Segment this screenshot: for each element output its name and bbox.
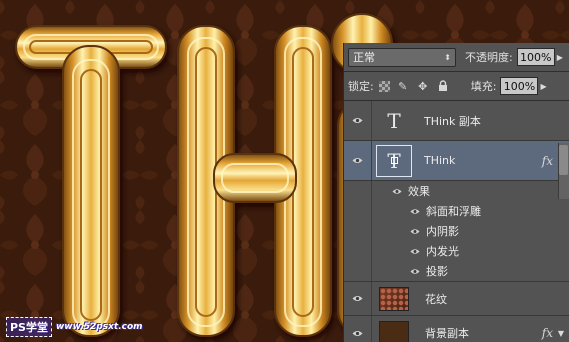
layer-name: 花纹 <box>425 292 447 306</box>
effects-spacer <box>344 201 372 221</box>
layer-pattern[interactable]: 花纹 <box>344 282 569 316</box>
opacity-chevron-icon[interactable]: ▶ <box>557 53 563 62</box>
lock-label: 锁定: <box>348 80 374 93</box>
fx-icon[interactable]: fx <box>542 154 553 168</box>
layer-name: THink <box>424 154 456 167</box>
effect-item[interactable]: 内发光 <box>344 241 569 261</box>
effects-group: 效果 斜面和浮雕 内阴影 内发光 投影 <box>344 181 569 282</box>
opacity-input[interactable]: 100% <box>516 48 555 66</box>
eye-icon[interactable] <box>410 268 420 275</box>
eye-icon <box>352 296 363 301</box>
chevron-updown-icon: ⬍ <box>444 52 451 62</box>
visibility-toggle[interactable] <box>344 316 372 342</box>
text-layer-thumbnail: T <box>376 144 412 177</box>
effects-spacer <box>344 261 372 281</box>
eye-icon <box>352 158 363 163</box>
text-layer-thumbnail: T <box>387 108 401 133</box>
effects-spacer <box>344 181 372 201</box>
fx-icon[interactable]: fx <box>542 326 553 340</box>
effects-spacer <box>344 241 372 261</box>
eye-icon <box>352 330 363 336</box>
fill-layer-thumbnail <box>379 321 409 342</box>
eye-icon[interactable] <box>410 228 420 235</box>
lock-fill-row: 锁定: ✎ ✥ 填充: 100% ▶ <box>344 72 569 101</box>
visibility-toggle[interactable] <box>344 101 372 140</box>
watermark: PS学堂 www.52psxt.com <box>6 317 143 337</box>
effect-item[interactable]: 投影 <box>344 261 569 281</box>
effect-label: 投影 <box>426 265 448 278</box>
eye-icon[interactable] <box>410 208 420 215</box>
layer-think-copy[interactable]: T THink 副本 <box>344 101 569 141</box>
effect-item[interactable]: 内阴影 <box>344 221 569 241</box>
effect-label: 内阴影 <box>426 225 459 238</box>
fill-input[interactable]: 100% <box>500 77 539 95</box>
layers-panel: 正常 ⬍ 不透明度: 100% ▶ 锁定: ✎ ✥ 填充: 100% ▶ T T… <box>343 43 569 342</box>
eye-icon[interactable] <box>410 248 420 255</box>
lock-paint-icon[interactable]: ✎ <box>396 79 410 93</box>
effect-label: 斜面和浮雕 <box>426 205 481 218</box>
watermark-logo: PS学堂 <box>6 317 52 337</box>
fill-chevron-icon[interactable]: ▶ <box>540 82 546 91</box>
watermark-url: www.52psxt.com <box>55 322 143 332</box>
layer-name: 背景副本 <box>425 327 469 340</box>
effect-item[interactable]: 斜面和浮雕 <box>344 201 569 221</box>
visibility-toggle[interactable] <box>344 141 372 180</box>
effect-label: 内发光 <box>426 245 459 258</box>
pattern-layer-thumbnail <box>379 286 409 311</box>
lock-all-icon[interactable] <box>436 79 450 93</box>
effects-spacer <box>344 221 372 241</box>
blend-opacity-row: 正常 ⬍ 不透明度: 100% ▶ <box>344 43 569 72</box>
opacity-label: 不透明度: <box>465 51 513 64</box>
lock-transparent-icon[interactable] <box>378 80 390 92</box>
effects-label: 效果 <box>408 185 430 198</box>
scrollbar-thumb[interactable] <box>559 145 568 175</box>
layer-think[interactable]: T THink fx ▼ <box>344 141 569 181</box>
effects-header[interactable]: 效果 <box>344 181 569 201</box>
eye-icon[interactable] <box>392 188 402 195</box>
visibility-toggle[interactable] <box>344 282 372 315</box>
lock-move-icon[interactable]: ✥ <box>416 79 430 93</box>
eye-icon <box>352 118 363 123</box>
fill-label: 填充: <box>470 80 497 93</box>
layer-background-copy[interactable]: 背景副本 fx ▼ <box>344 316 569 342</box>
blend-mode-select[interactable]: 正常 ⬍ <box>348 47 456 67</box>
layer-name: THink 副本 <box>424 114 481 128</box>
blend-mode-value: 正常 <box>353 51 375 64</box>
chevron-down-icon[interactable]: ▼ <box>558 329 564 338</box>
